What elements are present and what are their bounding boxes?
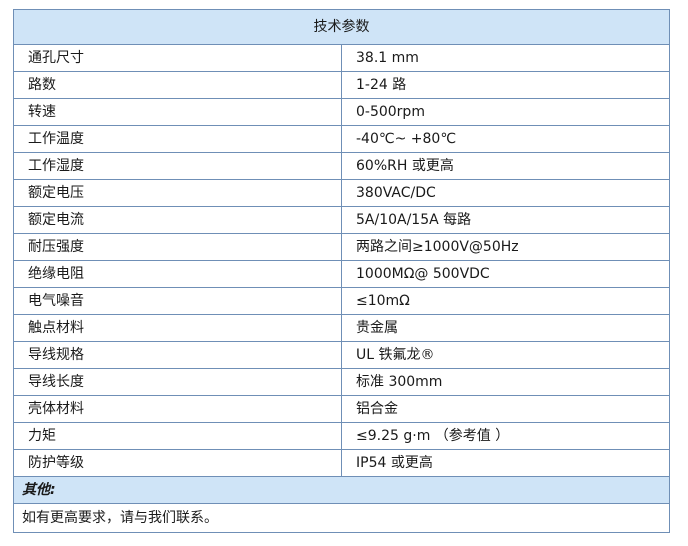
row-value: 38.1 mm xyxy=(341,44,670,72)
table-row: 工作湿度 60%RH 或更高 xyxy=(13,152,670,180)
row-label: 防护等级 xyxy=(13,449,342,477)
row-value: 两路之间≥1000V@50Hz xyxy=(341,233,670,261)
spec-table-header: 技术参数 xyxy=(13,9,670,45)
row-value: 60%RH 或更高 xyxy=(341,152,670,180)
table-row: 力矩 ≤9.25 g·m （参考值 ） xyxy=(13,422,670,450)
spec-table-container: 技术参数 通孔尺寸 38.1 mm 路数 1-24 路 转速 0-500rpm 工作温… xyxy=(13,9,670,533)
row-label: 转速 xyxy=(13,98,342,126)
row-label: 额定电流 xyxy=(13,206,342,234)
row-label: 触点材料 xyxy=(13,314,342,342)
row-value: 380VAC/DC xyxy=(341,179,670,207)
row-label: 导线规格 xyxy=(13,341,342,369)
table-row: 路数 1-24 路 xyxy=(13,71,670,99)
row-label: 绝缘电阻 xyxy=(13,260,342,288)
row-label: 壳体材料 xyxy=(13,395,342,423)
row-label: 电气噪音 xyxy=(13,287,342,315)
table-row: 导线规格 UL 铁氟龙® xyxy=(13,341,670,369)
row-value: 1-24 路 xyxy=(341,71,670,99)
other-section-label: 其他: xyxy=(13,476,670,504)
table-row: 耐压强度 两路之间≥1000V@50Hz xyxy=(13,233,670,261)
row-value: 铝合金 xyxy=(341,395,670,423)
row-value: 1000MΩ@ 500VDC xyxy=(341,260,670,288)
row-label: 路数 xyxy=(13,71,342,99)
row-value: 标准 300mm xyxy=(341,368,670,396)
row-label: 耐压强度 xyxy=(13,233,342,261)
row-label: 通孔尺寸 xyxy=(13,44,342,72)
row-label: 工作温度 xyxy=(13,125,342,153)
row-value: ≤9.25 g·m （参考值 ） xyxy=(341,422,670,450)
row-value: ≤10mΩ xyxy=(341,287,670,315)
row-label: 力矩 xyxy=(13,422,342,450)
table-row: 壳体材料 铝合金 xyxy=(13,395,670,423)
row-value: UL 铁氟龙® xyxy=(341,341,670,369)
row-value: IP54 或更高 xyxy=(341,449,670,477)
spec-table: 技术参数 通孔尺寸 38.1 mm 路数 1-24 路 转速 0-500rpm 工作温… xyxy=(13,9,670,533)
table-row: 导线长度 标准 300mm xyxy=(13,368,670,396)
spec-table-body: 技术参数 通孔尺寸 38.1 mm 路数 1-24 路 转速 0-500rpm 工作温… xyxy=(13,9,670,533)
row-value: -40℃~ +80℃ xyxy=(341,125,670,153)
table-row: 通孔尺寸 38.1 mm xyxy=(13,44,670,72)
table-row: 额定电流 5A/10A/15A 每路 xyxy=(13,206,670,234)
table-row: 转速 0-500rpm xyxy=(13,98,670,126)
row-label: 工作湿度 xyxy=(13,152,342,180)
table-row: 绝缘电阻 1000MΩ@ 500VDC xyxy=(13,260,670,288)
other-section-row: 其他: xyxy=(13,476,670,504)
table-row: 额定电压 380VAC/DC xyxy=(13,179,670,207)
contact-note: 如有更高要求，请与我们联系。 xyxy=(13,503,670,533)
row-label: 导线长度 xyxy=(13,368,342,396)
table-row: 触点材料 贵金属 xyxy=(13,314,670,342)
spec-table-header-row: 技术参数 xyxy=(13,9,670,45)
table-row: 电气噪音 ≤10mΩ xyxy=(13,287,670,315)
row-value: 贵金属 xyxy=(341,314,670,342)
row-value: 0-500rpm xyxy=(341,98,670,126)
row-label: 额定电压 xyxy=(13,179,342,207)
note-row: 如有更高要求，请与我们联系。 xyxy=(13,503,670,533)
row-value: 5A/10A/15A 每路 xyxy=(341,206,670,234)
table-row: 工作温度 -40℃~ +80℃ xyxy=(13,125,670,153)
table-row: 防护等级 IP54 或更高 xyxy=(13,449,670,477)
